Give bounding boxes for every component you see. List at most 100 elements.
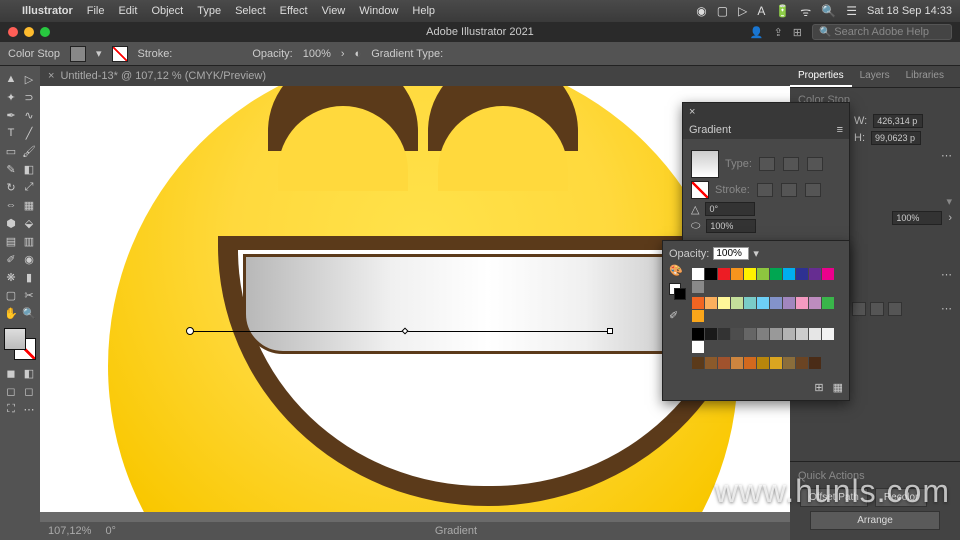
menu-file[interactable]: File — [87, 5, 105, 17]
swatch-cell[interactable] — [718, 357, 730, 369]
opacity-field[interactable]: 100% — [892, 211, 942, 225]
stroke-along[interactable] — [781, 183, 797, 197]
swatch-cell[interactable] — [705, 268, 717, 280]
swatch-cell[interactable] — [757, 268, 769, 280]
record-icon[interactable]: ◉ — [696, 4, 706, 18]
slice-tool[interactable]: ✂ — [20, 286, 38, 304]
fill-stroke-control[interactable] — [4, 328, 36, 360]
free-transform-tool[interactable]: ▦ — [20, 196, 38, 214]
mesh-tool[interactable]: ▤ — [2, 232, 20, 250]
swatch-cell[interactable] — [783, 357, 795, 369]
screen-mode[interactable]: ⛶ — [2, 400, 20, 418]
selection-tool[interactable]: ▲ — [2, 70, 20, 88]
freeform-gradient-button[interactable] — [807, 157, 823, 171]
swatch-cell[interactable] — [731, 328, 743, 340]
user-icon[interactable]: 👤 — [750, 26, 764, 39]
swatch-cell[interactable] — [822, 328, 834, 340]
swatch-cell[interactable] — [692, 281, 704, 293]
artboard-tool[interactable]: ▢ — [2, 286, 20, 304]
swatch-cell[interactable] — [692, 268, 704, 280]
paintbrush-tool[interactable]: 🖌 — [20, 142, 38, 160]
document-tab[interactable]: Untitled-13* @ 107,12 % (CMYK/Preview) — [60, 70, 266, 82]
tab-close-icon[interactable]: × — [48, 70, 54, 82]
menu-help[interactable]: Help — [412, 5, 435, 17]
tab-libraries[interactable]: Libraries — [898, 66, 952, 87]
gradient-mode[interactable]: ◧ — [20, 364, 38, 382]
draw-behind[interactable]: ◻ — [20, 382, 38, 400]
color-wheel-icon[interactable]: 🎨 — [669, 264, 686, 277]
gradient-preview[interactable] — [691, 150, 719, 178]
swatch-cell[interactable] — [796, 328, 808, 340]
swatch-cell[interactable] — [692, 310, 704, 322]
swatch-cell[interactable] — [770, 297, 782, 309]
battery-icon[interactable]: 🔋 — [775, 4, 790, 18]
controlcenter-icon[interactable]: ☰ — [846, 4, 857, 18]
align-vcenter[interactable] — [870, 302, 884, 316]
zoom-tool[interactable]: 🔍 — [20, 304, 38, 322]
menu-type[interactable]: Type — [197, 5, 221, 17]
swatch-cell[interactable] — [822, 268, 834, 280]
gradient-angle[interactable]: 0° — [705, 202, 755, 216]
sw-eyedropper-icon[interactable]: ✐ — [669, 309, 686, 322]
rotate-tool[interactable]: ↻ — [2, 178, 20, 196]
maximize-button[interactable] — [40, 27, 50, 37]
opacity-arrow-icon[interactable]: › — [341, 48, 345, 60]
width-tool[interactable]: ⇔ — [2, 196, 20, 214]
swatch-cell[interactable] — [705, 357, 717, 369]
current-fill[interactable] — [4, 328, 26, 350]
help-search[interactable]: 🔍 Search Adobe Help — [812, 24, 952, 40]
swatch-cell[interactable] — [692, 357, 704, 369]
w-field[interactable]: 426,314 p — [873, 114, 923, 128]
minimize-button[interactable] — [24, 27, 34, 37]
swatch-cell[interactable] — [809, 268, 821, 280]
swatch-cell[interactable] — [783, 297, 795, 309]
menu-window[interactable]: Window — [359, 5, 398, 17]
color-mode[interactable]: ◼ — [2, 364, 20, 382]
swatch-cell[interactable] — [718, 328, 730, 340]
panel-menu-icon[interactable]: ≡ — [837, 124, 843, 136]
swatch-cell[interactable] — [757, 328, 769, 340]
swatch-cell[interactable] — [809, 328, 821, 340]
blend-tool[interactable]: ◉ — [20, 250, 38, 268]
type-tool[interactable]: T — [2, 124, 20, 142]
wifi-icon[interactable]: ᯤ — [800, 3, 811, 20]
swatch-cell[interactable] — [796, 297, 808, 309]
swatch-cell[interactable] — [718, 268, 730, 280]
tab-properties[interactable]: Properties — [790, 66, 852, 87]
eraser-tool[interactable]: ◧ — [20, 160, 38, 178]
scale-tool[interactable]: ⤢ — [20, 178, 38, 196]
rectangle-tool[interactable]: ▭ — [2, 142, 20, 160]
gradient-annotator[interactable] — [190, 331, 610, 332]
swatch-cell[interactable] — [744, 357, 756, 369]
stroke-swatch[interactable] — [112, 46, 128, 62]
magic-wand-tool[interactable]: ✦ — [2, 88, 20, 106]
swatch-cell[interactable] — [796, 357, 808, 369]
stroke-within[interactable] — [757, 183, 773, 197]
shape-builder-tool[interactable]: ⬢ — [2, 214, 20, 232]
align-bottom[interactable] — [888, 302, 902, 316]
swatch-toggle-icon[interactable]: ▾ — [96, 47, 102, 60]
swatch-cell[interactable] — [731, 268, 743, 280]
tab-layers[interactable]: Layers — [852, 66, 898, 87]
hand-tool[interactable]: ✋ — [2, 304, 20, 322]
direct-selection-tool[interactable]: ▷ — [20, 70, 38, 88]
gradient-aspect[interactable]: 100% — [706, 219, 756, 233]
swatch-cell[interactable] — [692, 341, 704, 353]
swatch-cell[interactable] — [731, 297, 743, 309]
h-field[interactable]: 99,0623 p — [871, 131, 921, 145]
gradient-start-handle[interactable] — [186, 327, 194, 335]
swatch-cell[interactable] — [770, 357, 782, 369]
menu-select[interactable]: Select — [235, 5, 266, 17]
align-top[interactable] — [852, 302, 866, 316]
teeth-shape[interactable] — [243, 254, 733, 354]
lasso-tool[interactable]: ⊃ — [20, 88, 38, 106]
draw-normal[interactable]: ◻ — [2, 382, 20, 400]
menu-object[interactable]: Object — [151, 5, 183, 17]
curvature-tool[interactable]: ∿ — [20, 106, 38, 124]
graph-tool[interactable]: ▮ — [20, 268, 38, 286]
swatch-cell[interactable] — [692, 297, 704, 309]
play-icon[interactable]: ▷ — [738, 4, 747, 18]
swatch-cell[interactable] — [757, 357, 769, 369]
menu-view[interactable]: View — [322, 5, 346, 17]
swatch-cell[interactable] — [783, 328, 795, 340]
